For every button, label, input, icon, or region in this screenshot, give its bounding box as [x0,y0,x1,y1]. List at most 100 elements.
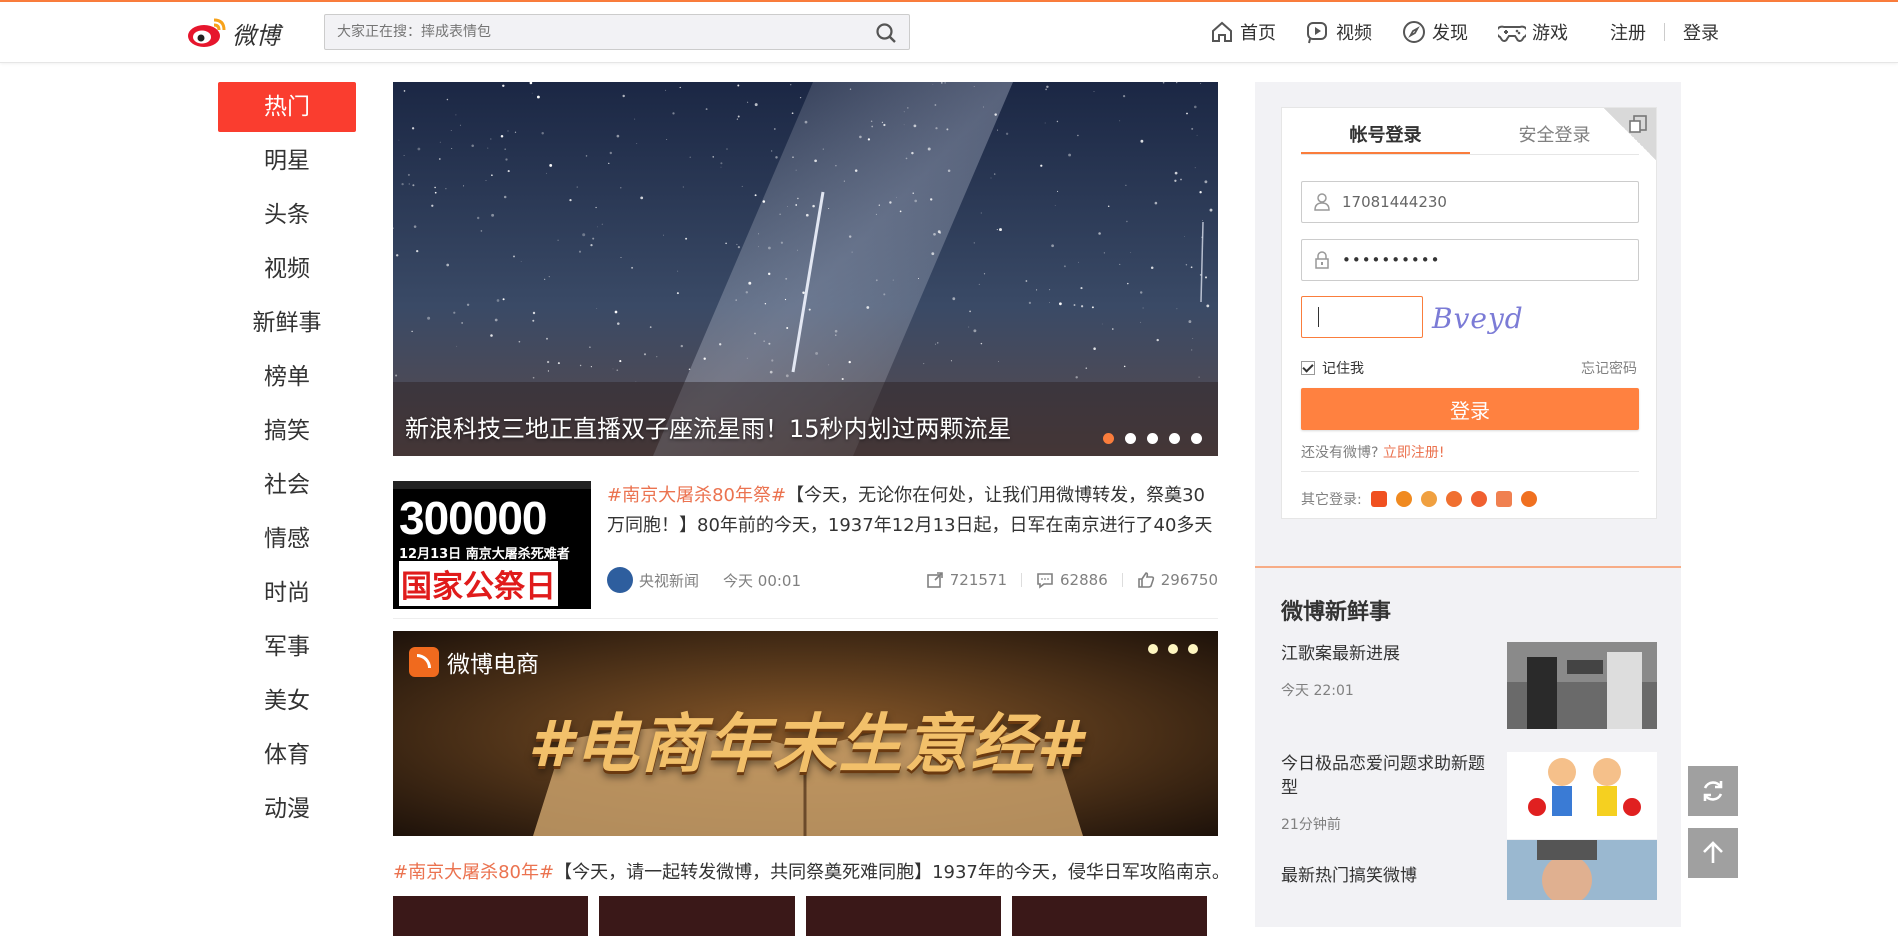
login-button[interactable]: 登录 [1301,388,1639,430]
sidebar-item-fresh[interactable]: 新鲜事 [218,298,356,352]
sidebar-item-emotion[interactable]: 情感 [218,514,356,568]
search-input[interactable] [325,15,879,49]
search-icon[interactable] [875,22,897,44]
like-button[interactable]: 296750 [1137,571,1218,589]
hero-carousel[interactable]: 新浪科技三地正直播双子座流星雨！15秒内划过两颗流星 [393,82,1218,456]
feed-text[interactable]: #南京大屠杀80年祭#【今天，无论你在何处，让我们用微博转发，祭奠30万同胞！】… [607,481,1218,541]
thumb-number: 300000 [399,492,547,544]
register-now-link[interactable]: 立即注册! [1383,445,1445,461]
topic-tag[interactable]: #南京大屠杀80年# [393,862,554,883]
sidebar-item-video[interactable]: 视频 [218,244,356,298]
username-field [1301,181,1639,223]
news-thumbnail[interactable] [1507,752,1657,839]
captcha-input[interactable] [1301,296,1423,338]
feed-source[interactable]: 央视新闻 [639,570,699,591]
topic-tag[interactable]: #南京大屠杀80年祭# [607,485,786,506]
nav-discover-label: 发现 [1432,23,1468,44]
fresh-news-section: 微博新鲜事 江歌案最新进展 今天 22:01 今日极品恋爱问题求助新题型 21分… [1255,568,1681,927]
remember-label: 记住我 [1322,361,1364,377]
sidebar-item-hot[interactable]: 热门 [218,82,356,132]
repost-icon [926,572,943,588]
nav-video-label: 视频 [1336,23,1372,44]
back-to-top-button[interactable] [1688,828,1738,878]
feed-text-preview[interactable]: #南京大屠杀80年#【今天，请一起转发微博，共同祭奠死难同胞】1937年的今天，… [393,858,1218,888]
forgot-password-link[interactable]: 忘记密码 [1581,358,1637,378]
sidebar-item-funny[interactable]: 搞笑 [218,406,356,460]
banner-title: #电商年末生意经# [527,708,1084,782]
nav-home-label: 首页 [1240,23,1276,44]
news-headline[interactable]: 江歌案最新进展 [1281,642,1501,666]
refresh-icon [1703,781,1723,801]
baidu-icon[interactable] [1520,491,1537,507]
thumbs-up-icon [1137,572,1154,588]
unicom-icon[interactable] [1495,491,1512,507]
image-thumbnail[interactable] [805,896,1001,936]
feed-meta: 央视新闻 今天 00:01 721571 62886 296750 [607,567,1218,593]
sidebar-item-beauty[interactable]: 美女 [218,676,356,730]
starry-sky-image [393,82,1218,456]
carousel-dot[interactable] [1103,433,1114,444]
news-time: 今天 22:01 [1281,683,1354,699]
carousel-dot[interactable] [1169,433,1180,444]
login-link[interactable]: 登录 [1683,19,1719,45]
carousel-dots [1092,433,1202,444]
no-account-text: 还没有微博? 立即注册! [1301,442,1445,462]
nav-home[interactable]: 首页 [1210,19,1276,45]
repost-button[interactable]: 721571 [926,571,1007,589]
remember-me[interactable]: 记住我 [1301,358,1364,378]
password-input[interactable] [1340,250,1624,270]
weibo-eye-icon [188,18,226,47]
remember-checkbox[interactable] [1301,361,1315,375]
news-headline[interactable]: 最新热门搞笑微博 [1281,864,1501,888]
comment-count: 62886 [1060,571,1108,589]
tianyi-icon[interactable] [1445,491,1462,507]
feed-thumbnail[interactable]: 300000 12月13日 南京大屠杀死难者 国家公祭日 [393,481,591,609]
sidebar-item-ranking[interactable]: 榜单 [218,352,356,406]
news-thumbnail[interactable] [1507,840,1657,900]
top-nav: 首页 视频 发现 游戏 注册 登录 [1210,2,1719,62]
rss-icon [409,647,439,677]
username-input[interactable] [1340,192,1624,212]
right-panel: 帐号登录 安全登录 Bveyd 记住我 忘记密码 登录 还没有微博? 立即注册!… [1255,82,1681,927]
carousel-dot[interactable] [1125,433,1136,444]
carousel-dot[interactable] [1191,433,1202,444]
360-icon[interactable] [1470,491,1487,507]
feed-time: 今天 00:01 [723,571,802,590]
image-thumbnail[interactable] [393,896,589,936]
stat-separator [1121,573,1123,587]
video-icon [1307,22,1327,44]
image-thumbnail[interactable] [599,896,795,936]
sidebar-item-sports[interactable]: 体育 [218,730,356,784]
register-link[interactable]: 注册 [1610,19,1646,45]
image-thumbnail[interactable] [1011,896,1207,936]
weibo-logo[interactable]: 微博 [186,14,280,52]
nav-games[interactable]: 游戏 [1498,19,1568,45]
refresh-button[interactable] [1688,766,1738,816]
sidebar-item-military[interactable]: 军事 [218,622,356,676]
ecommerce-banner[interactable]: 微博电商 #电商年末生意经# [393,631,1218,836]
comment-button[interactable]: 62886 [1036,571,1108,589]
captcha-image[interactable]: Bveyd [1432,302,1524,335]
sidebar-item-anime[interactable]: 动漫 [218,784,356,838]
sidebar-item-society[interactable]: 社会 [218,460,356,514]
hero-caption[interactable]: 新浪科技三地正直播双子座流星雨！15秒内划过两颗流星 [405,409,1012,444]
header: 微博 首页 视频 发现 游戏 注册 登录 [0,2,1898,63]
nav-discover[interactable]: 发现 [1402,19,1468,45]
comment-icon [1037,573,1053,589]
qq-icon[interactable] [1395,491,1412,507]
tab-secure-login[interactable]: 安全登录 [1470,120,1639,154]
sidebar-item-headline[interactable]: 头条 [218,190,356,244]
sina-icon[interactable] [1420,491,1437,507]
tab-account-login[interactable]: 帐号登录 [1301,120,1470,154]
nav-video[interactable]: 视频 [1306,19,1372,45]
sidebar-item-fashion[interactable]: 时尚 [218,568,356,622]
weibo-shop-badge: 微博电商 [409,645,539,679]
avatar[interactable] [607,567,633,593]
sidebar-item-star[interactable]: 明星 [218,136,356,190]
carousel-dot[interactable] [1147,433,1158,444]
stat-separator [1021,573,1023,587]
badge-label: 微博电商 [447,652,539,678]
news-thumbnail[interactable] [1507,642,1657,729]
taobao-icon[interactable] [1370,491,1387,507]
news-headline[interactable]: 今日极品恋爱问题求助新题型 [1281,752,1501,800]
